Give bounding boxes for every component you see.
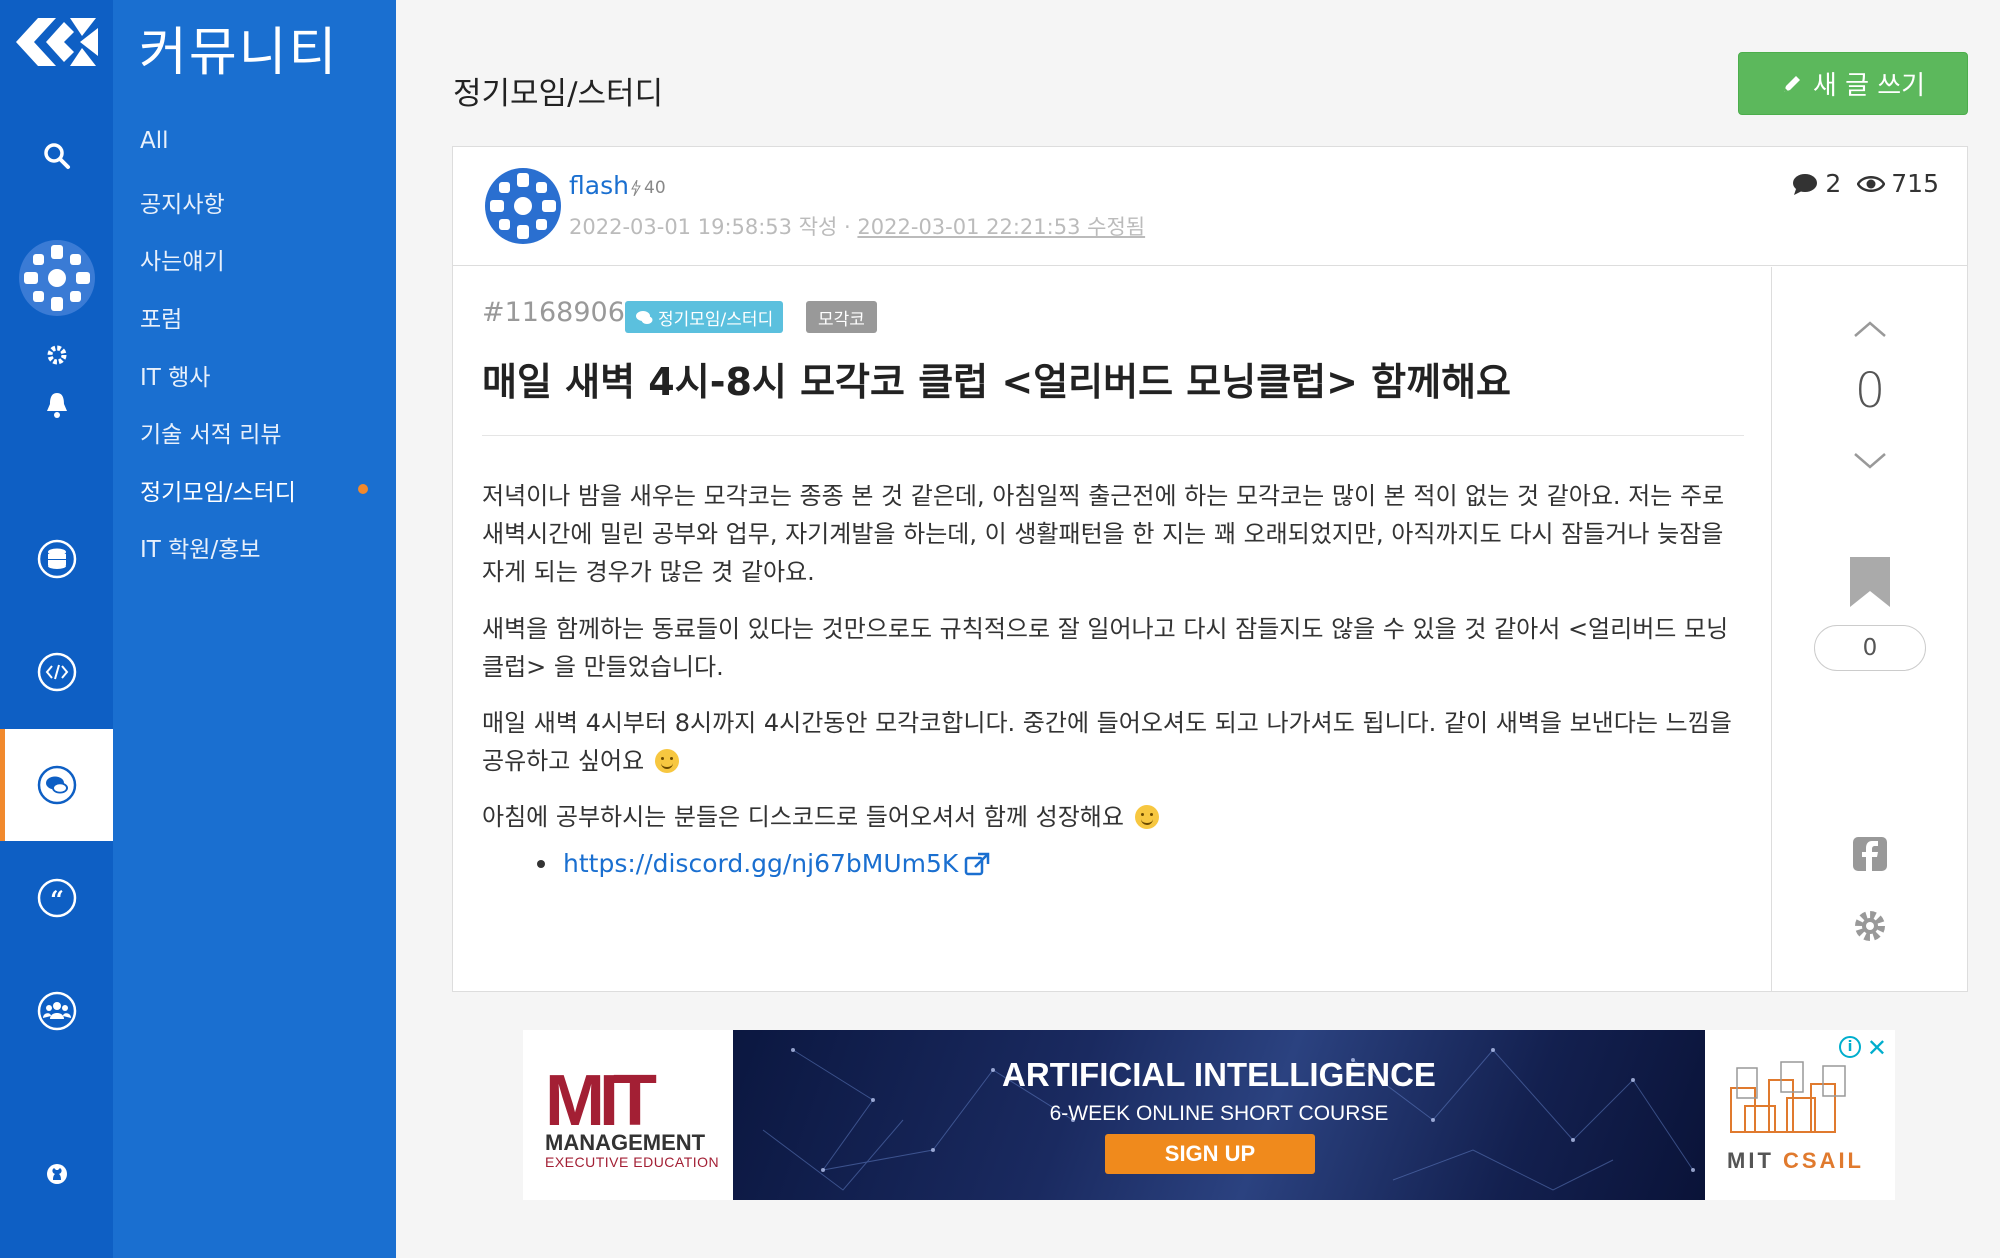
ad-close-icon[interactable]: ✕ <box>1867 1034 1887 1062</box>
page-title: 정기모임/스터디 <box>453 76 664 112</box>
users-icon[interactable] <box>0 990 113 1032</box>
smile-emoji-icon <box>1134 805 1159 829</box>
post-title: 매일 새벽 4시-8시 모각코 클럽 <얼리버드 모닝클럽> 함께해요 <box>482 360 1512 404</box>
logo-icon[interactable] <box>8 6 104 78</box>
bolt-icon <box>631 180 641 196</box>
post-stats: 2 715 <box>1791 169 1939 198</box>
slight-smile-emoji-icon <box>654 749 679 773</box>
category-tag-label: 정기모임/스터디 <box>658 309 774 330</box>
bookmark-icon <box>1850 557 1890 607</box>
post-number: #1168906 <box>482 297 625 328</box>
nav-item-all[interactable]: All <box>140 128 169 154</box>
paragraph-1: 저녁이나 밤을 새우는 모각코는 종종 본 것 같은데, 아침일찍 출근전에 하… <box>482 482 1725 586</box>
avatar[interactable] <box>0 238 113 318</box>
csail-building-icon <box>1730 1061 1846 1133</box>
active-indicator-dot <box>358 484 368 494</box>
ad-brand-line1: MANAGEMENT <box>545 1130 706 1155</box>
ad-partner-logo-b: CSAIL <box>1783 1148 1864 1173</box>
list-item: https://discord.gg/nj67bMUm5K <box>537 849 990 878</box>
topic-tag[interactable]: 모각코 <box>806 301 877 333</box>
chevron-down-icon <box>1854 453 1886 469</box>
nav-item-forum[interactable]: 포럼 <box>140 300 182 334</box>
downvote-button[interactable] <box>1772 451 1968 471</box>
new-post-label: 새 글 쓰기 <box>1812 71 1926 101</box>
database-icon[interactable] <box>0 538 113 580</box>
icon-rail: “ <box>0 0 113 1258</box>
gear-icon <box>1855 911 1885 941</box>
author-score-value: 40 <box>644 178 666 198</box>
date-separator: · <box>844 215 851 239</box>
post-body: #1168906 정기모임/스터디 모각코 매일 새벽 4시-8시 모각코 클럽… <box>453 267 1771 991</box>
edited-date[interactable]: 2022-03-01 22:21:53 수정됨 <box>857 215 1145 239</box>
ad-banner[interactable]: MIT MANAGEMENT EXECUTIVE EDUCATION ARTIF… <box>523 1030 1895 1200</box>
nav-item-notice[interactable]: 공지사항 <box>140 185 225 219</box>
eye-icon <box>1857 175 1886 192</box>
post-side-actions: 0 0 <box>1771 267 1967 991</box>
list-bullet <box>537 859 545 868</box>
category-tag[interactable]: 정기모임/스터디 <box>625 301 784 333</box>
gear-icon[interactable] <box>0 342 113 368</box>
author-avatar[interactable] <box>484 167 562 245</box>
post-dates: 2022-03-01 19:58:53 작성 · 2022-03-01 22:2… <box>569 211 1145 241</box>
view-count: 715 <box>1891 169 1939 198</box>
github-icon[interactable] <box>0 1160 113 1188</box>
svg-text:“: “ <box>50 885 64 914</box>
ad-headline: ARTIFICIAL INTELLIGENCE <box>1002 1056 1436 1093</box>
bookmark-count: 0 <box>1814 625 1926 671</box>
comment-count: 2 <box>1825 169 1842 198</box>
ad-subline: 6-WEEK ONLINE SHORT COURSE <box>1049 1102 1389 1125</box>
bell-icon[interactable] <box>0 390 113 420</box>
title-divider <box>482 435 1744 436</box>
nav-item-book-review[interactable]: 기술 서적 리뷰 <box>140 415 282 449</box>
nav-item-life[interactable]: 사는얘기 <box>140 242 225 276</box>
nav-item-it-event[interactable]: IT 행사 <box>140 358 210 392</box>
quote-icon[interactable]: “ <box>0 877 113 919</box>
nav-item-academy[interactable]: IT 학원/홍보 <box>140 530 261 564</box>
nav-item-meetup-study[interactable]: 정기모임/스터디 <box>140 473 296 507</box>
paragraph-4-text: 아침에 공부하시는 분들은 디스코드로 들어오셔서 함께 성장해요 <box>482 803 1124 831</box>
author-score: 40 <box>631 178 666 198</box>
ad-info-icon[interactable]: i <box>1839 1036 1861 1058</box>
discord-link[interactable]: https://discord.gg/nj67bMUm5K <box>563 849 958 878</box>
paragraph-4: 아침에 공부하시는 분들은 디스코드로 들어오셔서 함께 성장해요 <box>482 798 1744 836</box>
post-header: flash 40 2022-03-01 19:58:53 작성 · 2022-0… <box>453 147 1967 266</box>
ad-partner-panel: MIT CSAIL i ✕ <box>1705 1030 1895 1200</box>
comments-icon <box>636 310 653 324</box>
upvote-button[interactable] <box>1772 319 1968 339</box>
ad-brand-panel: MIT MANAGEMENT EXECUTIVE EDUCATION <box>523 1030 733 1200</box>
facebook-share-button[interactable] <box>1772 837 1968 871</box>
paragraph-2: 새벽을 함께하는 동료들이 있다는 것만으로도 규칙적으로 잘 일어나고 다시 … <box>482 615 1729 681</box>
chevron-up-icon <box>1854 321 1886 337</box>
ad-partner-logo: MIT CSAIL <box>1727 1148 1864 1174</box>
ad-brand-line2: EXECUTIVE EDUCATION <box>545 1154 720 1170</box>
created-date: 2022-03-01 19:58:53 작성 <box>569 215 838 239</box>
new-post-button[interactable]: 새 글 쓰기 <box>1738 52 1968 115</box>
paragraph-3: 매일 새벽 4시부터 8시까지 4시간동안 모각코합니다. 중간에 들어오셔도 … <box>482 704 1744 780</box>
external-link-icon[interactable] <box>964 852 990 876</box>
facebook-icon <box>1853 837 1887 871</box>
community-icon[interactable] <box>0 764 113 806</box>
ad-partner-logo-a: MIT <box>1727 1148 1783 1173</box>
author-name[interactable]: flash <box>569 171 629 200</box>
post-settings-button[interactable] <box>1772 909 1968 943</box>
nav-panel: 커뮤니티 All 공지사항 사는얘기 포럼 IT 행사 기술 서적 리뷰 정기모… <box>113 0 396 1258</box>
bookmark-button[interactable] <box>1772 557 1968 607</box>
search-icon[interactable] <box>0 136 113 176</box>
code-icon[interactable] <box>0 651 113 693</box>
ad-signup-button[interactable]: SIGN UP <box>1105 1134 1315 1174</box>
community-title: 커뮤니티 <box>139 23 339 83</box>
ad-main-panel: ARTIFICIAL INTELLIGENCE 6-WEEK ONLINE SH… <box>733 1030 1705 1200</box>
comment-icon <box>1793 173 1818 195</box>
pencil-icon <box>1783 75 1800 92</box>
post-card: flash 40 2022-03-01 19:58:53 작성 · 2022-0… <box>452 146 1968 992</box>
vote-count: 0 <box>1854 363 1886 419</box>
